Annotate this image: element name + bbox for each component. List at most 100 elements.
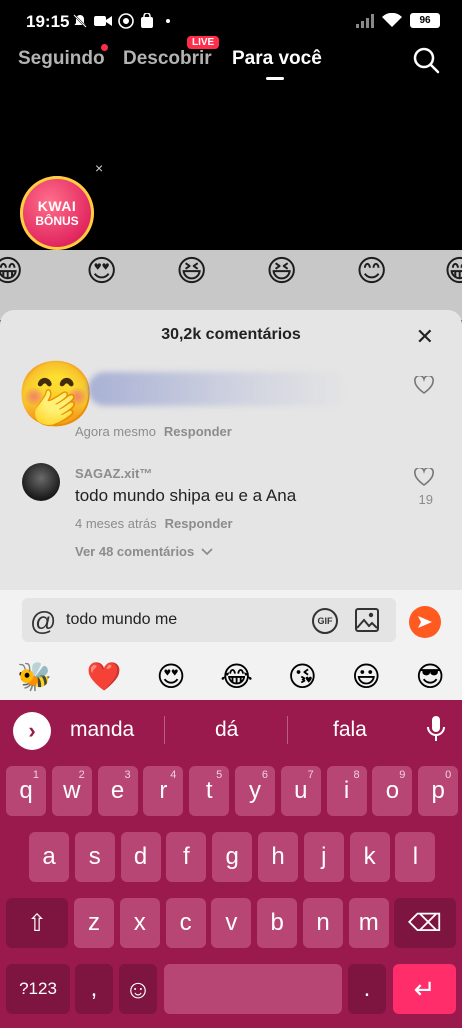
- expand-toolbar-button[interactable]: ›: [13, 712, 51, 750]
- top-navigation: Seguindo Descobrir LIVE Para você: [0, 36, 462, 84]
- close-icon[interactable]: ✕: [416, 324, 434, 350]
- send-button[interactable]: [409, 606, 441, 638]
- suggestion[interactable]: manda: [70, 718, 134, 742]
- comment-input-bar: @ todo mundo me GIF: [0, 590, 462, 652]
- key-c[interactable]: c: [165, 898, 206, 948]
- comment-username[interactable]: SAGAZ.xit™: [75, 466, 152, 481]
- backspace-key[interactable]: ⌫: [394, 898, 456, 948]
- status-time: 19:15: [26, 12, 70, 31]
- enter-key[interactable]: ↵: [393, 964, 456, 1014]
- key-m[interactable]: m: [348, 898, 389, 948]
- mute-icon: [73, 14, 87, 28]
- suggestion-divider: [287, 716, 288, 744]
- key-d[interactable]: d: [120, 832, 161, 882]
- mic-icon[interactable]: [426, 715, 446, 743]
- shift-key[interactable]: ⇧: [6, 898, 68, 948]
- avatar[interactable]: [22, 463, 60, 501]
- key-t[interactable]: t5: [189, 766, 230, 816]
- key-o[interactable]: o9: [372, 766, 413, 816]
- status-bar: 19:15 96: [0, 0, 462, 44]
- search-icon[interactable]: [412, 46, 440, 74]
- emoji-key[interactable]: ☺: [119, 964, 157, 1014]
- key-n[interactable]: n: [303, 898, 343, 948]
- quick-emoji[interactable]: 😃: [352, 660, 381, 693]
- key-number-hint: 9: [399, 769, 406, 781]
- send-icon: [418, 616, 432, 628]
- key-h[interactable]: h: [258, 832, 298, 882]
- quick-emoji[interactable]: 😘: [288, 660, 317, 693]
- quick-emoji[interactable]: 😍: [156, 660, 185, 693]
- key-z[interactable]: z: [74, 898, 114, 948]
- comment-time: Agora mesmo: [75, 424, 156, 439]
- battery-level: 96: [419, 15, 431, 26]
- tab-descobrir[interactable]: Descobrir: [123, 48, 212, 70]
- comment-meta: Agora mesmo Responder: [75, 424, 232, 439]
- key-label: y: [249, 777, 261, 804]
- keyboard: › manda dá fala ?123 , ☺ . ↵ q1w2e3r4t5y…: [0, 700, 462, 1028]
- quick-emoji[interactable]: 😂: [220, 660, 253, 693]
- key-f[interactable]: f: [166, 832, 207, 882]
- key-l[interactable]: l: [395, 832, 436, 882]
- comment-input-value[interactable]: todo mundo me: [66, 611, 177, 629]
- suggestion[interactable]: fala: [333, 718, 367, 742]
- comment-emoji: 🤭: [16, 358, 96, 430]
- suggestion-divider: [164, 716, 165, 744]
- key-label: w: [63, 777, 81, 804]
- quick-emoji[interactable]: ❤️: [87, 660, 122, 693]
- comment-input[interactable]: @ todo mundo me GIF: [22, 598, 396, 642]
- key-g[interactable]: g: [212, 832, 253, 882]
- battery-icon: 96: [410, 13, 440, 28]
- key-s[interactable]: s: [74, 832, 115, 882]
- quick-emoji[interactable]: 😎: [415, 660, 444, 693]
- gif-icon[interactable]: GIF: [312, 608, 338, 634]
- key-label: q: [19, 777, 33, 804]
- key-b[interactable]: b: [257, 898, 298, 948]
- key-u[interactable]: u7: [280, 766, 321, 816]
- reply-button[interactable]: Responder: [164, 424, 232, 439]
- kwai-bonus-button[interactable]: KWAI BÔNUS: [20, 176, 94, 250]
- status-system-icons: 96: [356, 13, 440, 28]
- comments-panel: 30,2k comentários ✕ 🤭 Agora mesmo Respond…: [0, 310, 462, 590]
- comma-key[interactable]: ,: [75, 964, 113, 1014]
- comment-blurred-text: [88, 372, 348, 406]
- space-key[interactable]: [164, 964, 342, 1014]
- image-icon[interactable]: [354, 607, 380, 633]
- comments-count-title: 30,2k comentários: [161, 326, 301, 343]
- key-k[interactable]: k: [349, 832, 390, 882]
- heart-icon[interactable]: [414, 376, 434, 394]
- key-e[interactable]: e3: [97, 766, 138, 816]
- comment-meta: 4 meses atrás Responder: [75, 516, 233, 531]
- signal-icon: [356, 13, 374, 28]
- suggestion[interactable]: dá: [215, 718, 238, 742]
- key-v[interactable]: v: [211, 898, 252, 948]
- symbols-key[interactable]: ?123: [6, 964, 70, 1014]
- key-w[interactable]: w2: [51, 766, 92, 816]
- bonus-line1: KWAI: [37, 198, 77, 214]
- key-q[interactable]: q1: [6, 766, 46, 816]
- key-i[interactable]: i8: [326, 766, 367, 816]
- more-dot-icon: [166, 19, 170, 23]
- reply-button[interactable]: Responder: [165, 516, 233, 531]
- key-number-hint: 4: [170, 769, 177, 781]
- key-number-hint: 7: [307, 769, 314, 781]
- key-a[interactable]: a: [29, 832, 69, 882]
- period-key[interactable]: .: [348, 964, 386, 1014]
- heart-icon[interactable]: [414, 468, 434, 486]
- key-label: o: [385, 777, 400, 804]
- key-p[interactable]: p0: [418, 766, 459, 816]
- key-r[interactable]: r4: [143, 766, 184, 816]
- key-number-hint: 1: [32, 769, 39, 781]
- bag-icon: [141, 13, 153, 28]
- quick-emoji[interactable]: 🐝: [17, 660, 52, 693]
- key-y[interactable]: y6: [235, 766, 275, 816]
- tab-seguindo[interactable]: Seguindo: [18, 48, 105, 70]
- key-label: t: [205, 777, 213, 804]
- mention-icon[interactable]: @: [30, 606, 56, 637]
- tab-para-voce[interactable]: Para você: [232, 48, 322, 70]
- bonus-close-icon[interactable]: ×: [95, 160, 103, 176]
- key-j[interactable]: j: [303, 832, 344, 882]
- key-number-hint: 3: [124, 769, 131, 781]
- notification-dot: [101, 44, 108, 51]
- key-x[interactable]: x: [119, 898, 160, 948]
- see-more-replies-link[interactable]: Ver 48 comentários: [75, 544, 213, 559]
